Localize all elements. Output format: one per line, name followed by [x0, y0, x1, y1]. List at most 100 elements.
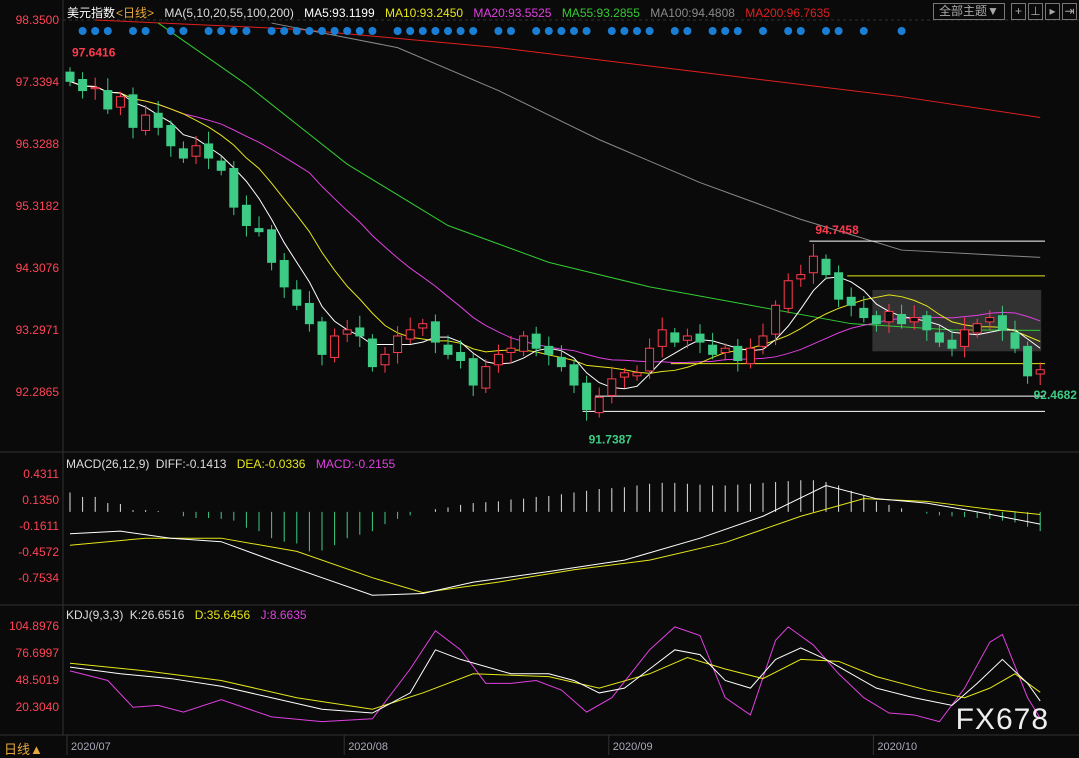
macd-params: MACD(26,12,9)	[66, 457, 150, 471]
x-tick-label: 2020/07	[71, 741, 111, 753]
candle-down	[178, 148, 188, 159]
fx678-logo: FX678	[955, 703, 1049, 736]
signal-dot	[204, 27, 213, 35]
signal-dot	[229, 27, 238, 35]
candle-down	[468, 358, 478, 386]
candle-up	[493, 353, 503, 366]
y-tick-label: 96.3288	[16, 137, 60, 151]
ma10-value: MA10:93.2450	[385, 6, 464, 20]
candle-up	[1035, 369, 1045, 375]
chart-canvas[interactable]: 98.3500 97.3394 96.3288 95.3182 94.3076 93.29…	[0, 0, 1079, 755]
y-tick-label: 98.3500	[16, 13, 60, 27]
signal-dot	[242, 27, 251, 35]
y-tick-label: 94.3076	[16, 261, 60, 275]
candle-up	[393, 335, 403, 354]
y-tick-label: 20.3040	[16, 700, 60, 714]
play-icon[interactable]: ▸	[1045, 3, 1060, 20]
candle-up	[619, 372, 629, 378]
signal-dot	[91, 27, 100, 35]
signal-dot	[784, 27, 793, 35]
y-tick-label: -0.7534	[18, 571, 59, 585]
diff-value: DIFF:-0.1413	[155, 457, 227, 471]
candle-down	[871, 315, 881, 325]
x-tick-label: 2020/09	[613, 741, 653, 753]
candle-down	[443, 344, 453, 355]
ma100-value: MA100:94.4808	[650, 6, 735, 20]
signal-dot	[267, 27, 276, 35]
candle-up	[115, 96, 125, 108]
x-tick-label: 2020/10	[877, 741, 917, 753]
candle-down	[708, 344, 718, 355]
candle-down	[317, 321, 327, 355]
signal-dot	[759, 27, 767, 35]
signal-dot	[557, 27, 566, 35]
candle-down	[922, 315, 932, 331]
signal-dot	[305, 27, 314, 35]
ma-params: MA(5,10,20,55,100,200)	[164, 6, 294, 20]
y-tick-label: -0.4572	[18, 545, 59, 559]
price-annotation: 97.6416	[72, 45, 116, 59]
zoom-range-icon[interactable]: ⊥	[1028, 3, 1043, 20]
signal-dot	[103, 27, 112, 35]
candle-up	[985, 317, 995, 323]
kdj-params: KDJ(9,3,3)	[66, 608, 124, 622]
candle-down	[695, 333, 705, 343]
candle-down	[65, 71, 75, 82]
candle-up	[418, 323, 428, 329]
exit-icon[interactable]: ⇥	[1062, 3, 1077, 20]
y-tick-label: 76.6997	[16, 646, 60, 660]
candle-down	[216, 160, 226, 171]
candle-down	[859, 307, 869, 319]
signal-dot	[469, 27, 478, 35]
candle-up	[720, 347, 730, 354]
j-value: J:8.6635	[260, 608, 307, 622]
candle-down	[241, 204, 251, 227]
signal-dot	[834, 27, 843, 35]
signal-dot	[406, 27, 415, 35]
signal-dot	[620, 27, 629, 35]
dea-line	[69, 498, 1041, 594]
candle-down	[128, 94, 138, 128]
candle-up	[380, 353, 390, 366]
period-label: <日线>	[116, 6, 155, 20]
ma55-line	[157, 22, 1041, 331]
candle-up	[796, 274, 806, 280]
y-tick-label: 48.5019	[16, 673, 60, 687]
signal-dot	[733, 27, 742, 35]
candle-down	[153, 112, 163, 128]
candle-up	[682, 335, 692, 341]
signal-dot	[721, 27, 730, 35]
signal-dot	[318, 27, 326, 35]
y-tick-label: 0.1350	[22, 493, 59, 507]
candle-up	[330, 335, 340, 358]
signal-dot	[292, 27, 301, 35]
period-switch[interactable]: 日线▲	[4, 739, 43, 758]
candle-down	[846, 296, 856, 306]
signal-dot	[859, 27, 868, 35]
diff-line	[69, 484, 1041, 596]
candle-down	[834, 272, 844, 300]
signal-dot	[532, 27, 541, 35]
crosshair-icon[interactable]: +	[1011, 3, 1026, 20]
dea-value: DEA:-0.0336	[236, 457, 306, 471]
candle-down	[103, 90, 113, 110]
signal-dot	[796, 27, 805, 35]
signal-dot	[431, 27, 440, 35]
signal-dot	[418, 27, 427, 35]
y-tick-label: 93.2971	[16, 323, 60, 337]
candle-up	[960, 329, 970, 347]
price-annotation: 94.7458	[815, 223, 859, 237]
candle-down	[569, 364, 579, 386]
candle-up	[771, 304, 781, 335]
signal-dot	[343, 27, 352, 35]
theme-dropdown[interactable]: 全部主题▼	[933, 3, 1005, 20]
candle-down	[670, 332, 680, 343]
candle-down	[267, 229, 277, 263]
candle-up	[405, 329, 415, 340]
y-tick-label: 92.2865	[16, 385, 60, 399]
main-legend: 美元指数<日线> MA(5,10,20,55,100,200) MA5:93.1…	[67, 4, 837, 21]
candle-up	[657, 329, 667, 347]
candle-up	[607, 378, 617, 396]
candle-up	[141, 114, 151, 131]
signal-dot	[670, 27, 679, 35]
